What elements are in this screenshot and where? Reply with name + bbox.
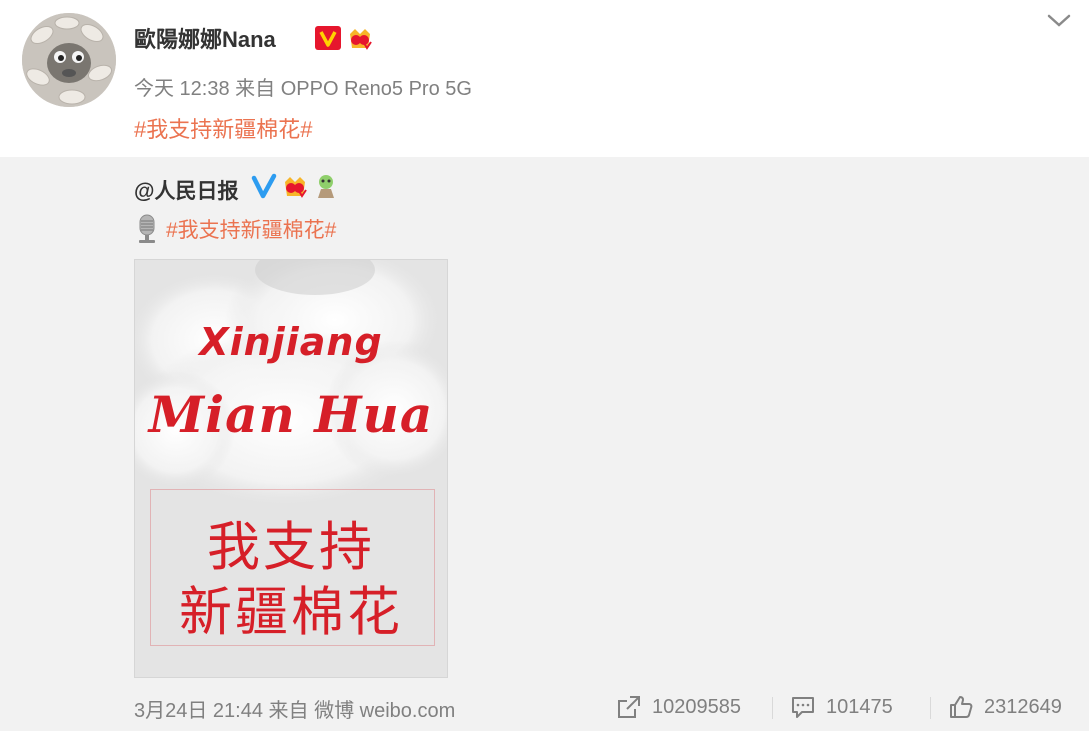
repost-footer: 3月24日 21:44 来自 微博 weibo.com 10209585 101… [134,691,1074,723]
comment-count: 101475 [826,695,893,718]
microphone-icon [139,214,155,243]
divider [930,697,931,719]
blue-v-verified-icon[interactable] [250,172,278,200]
repost-container: @人民日报 #我支持新疆棉花# Xinjiang Mian Hua 我支持 新疆… [0,157,1089,731]
poster-line-mianhua: Mian Hua [148,385,434,444]
post-image[interactable]: Xinjiang Mian Hua 我支持 新疆棉花 [134,259,448,678]
mascot-badge-icon[interactable] [312,172,340,200]
repost-author[interactable]: @人民日报 [134,175,238,205]
author-badges [314,24,374,52]
crown-badge-icon[interactable] [346,24,374,52]
share-icon [618,696,640,718]
share-button[interactable]: 10209585 [616,691,741,723]
repost-author-badges [250,172,340,200]
post-time[interactable]: 今天 12:38 [134,78,230,100]
like-count: 2312649 [984,695,1062,718]
repost-topic-link[interactable]: #我支持新疆棉花# [166,214,336,244]
post-source: 来自 OPPO Reno5 Pro 5G [235,78,472,100]
repost-meta: 3月24日 21:44 来自 微博 weibo.com [134,694,455,723]
poster-line-cotton: 新疆棉花 [179,583,403,642]
thumbs-up-icon [950,696,973,718]
poster-line-xinjiang: Xinjiang [199,320,383,364]
avatar-image [22,13,116,107]
share-count: 10209585 [652,695,741,718]
repost-source: 来自 微博 weibo.com [268,700,456,722]
avatar[interactable] [22,13,116,107]
like-button[interactable]: 2312649 [948,691,1062,723]
chevron-down-icon[interactable] [1044,10,1074,32]
author-name[interactable]: 歐陽娜娜Nana [134,22,276,54]
comment-icon [792,697,814,718]
crown-badge-icon[interactable] [281,172,309,200]
post-header: 歐陽娜娜Nana 今天 12:38 来自 OPPO Reno5 Pro 5G #… [0,0,1089,157]
repost-time[interactable]: 3月24日 21:44 [134,700,263,722]
post-meta: 今天 12:38 来自 OPPO Reno5 Pro 5G [134,72,472,101]
repost-text: #我支持新疆棉花# [134,213,336,245]
comment-button[interactable]: 101475 [790,691,893,723]
v-verified-icon[interactable] [314,24,342,52]
divider [772,697,773,719]
post-topic-link[interactable]: #我支持新疆棉花# [134,112,312,144]
